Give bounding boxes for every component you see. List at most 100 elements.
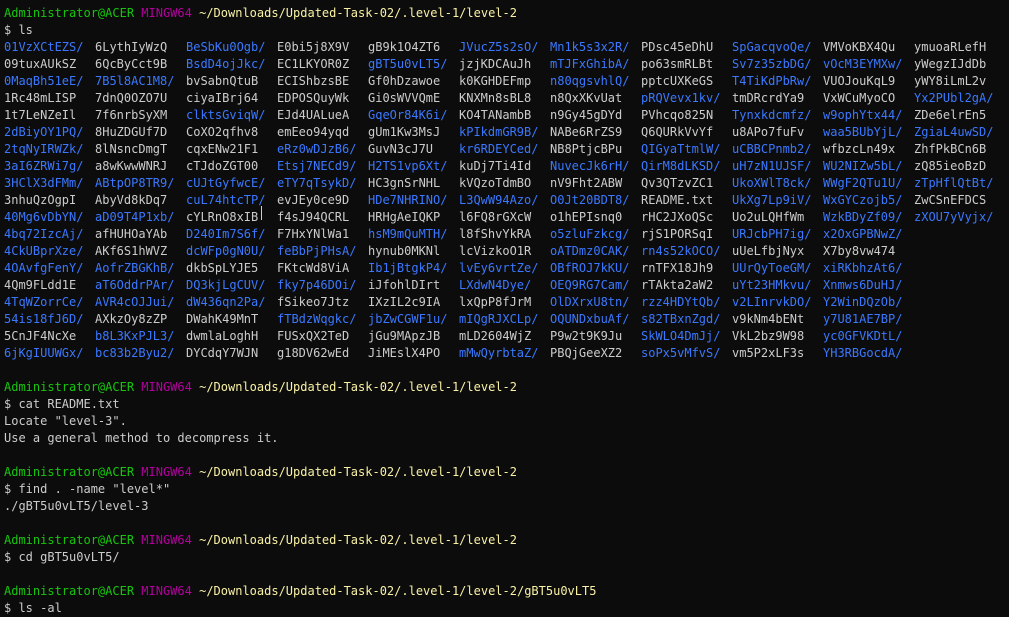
file-entry: 7f6nrbSyXM bbox=[95, 108, 168, 122]
file-entry: k0KGHDEFmp bbox=[459, 74, 532, 88]
file-entry: u8APo7fuFv bbox=[732, 125, 805, 139]
file-entry: NB8PtjcBPu bbox=[550, 142, 623, 156]
prompt-host: MINGW64 bbox=[141, 533, 192, 547]
prompt-path: ~/Downloads/Updated-Task-02/.level-1/lev… bbox=[199, 584, 597, 598]
file-entry: po63smRLBt bbox=[641, 57, 714, 71]
file-entry: kVQzoTdmBO bbox=[459, 176, 532, 190]
terminal-output[interactable]: Administrator@ACER MINGW64 ~/Downloads/U… bbox=[4, 5, 1004, 617]
directory-entry: v2LInrvkDO/ bbox=[732, 295, 812, 309]
directory-entry: WzkBDyZf09/ bbox=[823, 210, 903, 224]
file-entry: AbyVd8kDq7 bbox=[95, 193, 168, 207]
file-entry: GuvN3cJ7U bbox=[368, 142, 434, 156]
file-entry: CoXO2qfhv8 bbox=[186, 125, 259, 139]
directory-entry: Xnmws6DuHJ/ bbox=[823, 278, 903, 292]
file-entry: FKtcWd8ViA bbox=[277, 261, 350, 275]
command-line: $ find . -name "level*" bbox=[4, 482, 171, 496]
file-entry: 5CnJF4NcXe bbox=[4, 329, 77, 343]
file-entry: KO4TANambB bbox=[459, 108, 532, 122]
directory-entry: dW436qn2Pa/ bbox=[186, 295, 266, 309]
empty-cell bbox=[914, 294, 1005, 311]
file-entry: a8wKwwWNRJ bbox=[95, 159, 168, 173]
file-entry: yWegzIJdDb bbox=[914, 57, 987, 71]
prompt-host: MINGW64 bbox=[141, 465, 192, 479]
directory-entry: 4TqWZorrCe/ bbox=[4, 295, 84, 309]
prompt-line: Administrator@ACER MINGW64 ~/Downloads/U… bbox=[4, 379, 1004, 396]
prompt-user: Administrator@ACER bbox=[4, 584, 135, 598]
empty-cell bbox=[914, 328, 1005, 345]
file-entry: cTJdoZGT00 bbox=[186, 159, 259, 173]
file-entry: v9kNm4bENt bbox=[732, 312, 805, 326]
file-entry: FUSxQX2TeD bbox=[277, 329, 350, 343]
directory-entry: QirM8dLKSD/ bbox=[641, 159, 721, 173]
directory-entry: cuL74htcTP/ bbox=[186, 193, 266, 207]
directory-entry: YH3RBGocdA/ bbox=[823, 346, 903, 360]
file-entry: 09tuxAUkSZ bbox=[4, 57, 77, 71]
file-entry: VUOJouKqL9 bbox=[823, 74, 896, 88]
directory-entry: HDe7NHRINO/ bbox=[368, 193, 448, 207]
directory-entry: 4CkUBprXze/ bbox=[4, 244, 84, 258]
prompt-user: Administrator@ACER bbox=[4, 465, 135, 479]
directory-entry: clktsGviqW/ bbox=[186, 108, 266, 122]
directory-entry: hsM9mQuMTH/ bbox=[368, 227, 448, 241]
directory-entry: o5zluFzkcg/ bbox=[550, 227, 630, 241]
file-entry: pptcUXKeGS bbox=[641, 74, 714, 88]
directory-entry: fTBdzWqgkc/ bbox=[277, 312, 357, 326]
file-entry: wfbzcLn49x bbox=[823, 142, 896, 156]
file-entry: 1Rc48mLISP bbox=[4, 91, 77, 105]
directory-entry: SpGacqvoQe/ bbox=[732, 40, 812, 54]
file-entry: F7HxYNlWa1 bbox=[277, 227, 350, 241]
directory-entry: bc83b2Byu2/ bbox=[95, 346, 175, 360]
file-entry: DYCdqY7WJN bbox=[186, 346, 259, 360]
empty-cell bbox=[914, 277, 1005, 294]
prompt-line: Administrator@ACER MINGW64 ~/Downloads/U… bbox=[4, 464, 1004, 481]
directory-entry: 0MaqBh51eE/ bbox=[4, 74, 84, 88]
command-line[interactable]: $ ls -al bbox=[4, 600, 1004, 617]
directory-entry: 3HClX3dFMm/ bbox=[4, 176, 84, 190]
file-entry: Qv3QTzvZC1 bbox=[641, 176, 714, 190]
file-entry: cYLRnO8xIB bbox=[186, 210, 259, 224]
empty-cell bbox=[914, 260, 1005, 277]
directory-entry: OEQ9RG7Cam/ bbox=[550, 278, 630, 292]
file-entry: lxQpP8fJrM bbox=[459, 295, 532, 309]
directory-entry: H2TS1vp6Xt/ bbox=[368, 159, 448, 173]
terminal-window[interactable]: { "colors": { "background": "#0c0c0c", "… bbox=[0, 0, 1009, 615]
directory-entry: Yx2PUbl2gA/ bbox=[914, 91, 994, 105]
file-entry: nV9Fht2ABW bbox=[550, 176, 623, 190]
directory-entry: 4OAvfgFenY/ bbox=[4, 261, 84, 275]
file-entry: gUm1Kw3MsJ bbox=[368, 125, 441, 139]
file-entry: o1hEPIsnq0 bbox=[550, 210, 623, 224]
file-entry: g18DV62wEd bbox=[277, 346, 350, 360]
prompt-line: Administrator@ACER MINGW64 ~/Downloads/U… bbox=[4, 532, 1004, 549]
file-entry: Gf0hDzawoe bbox=[368, 74, 441, 88]
prompt-user: Administrator@ACER bbox=[4, 6, 135, 20]
directory-entry: x2OxGPBNwZ/ bbox=[823, 227, 903, 241]
directory-entry: UkXg7Lp9iV/ bbox=[732, 193, 812, 207]
directory-entry: Etsj7NECd9/ bbox=[277, 159, 357, 173]
file-entry: EC1LKYOR0Z bbox=[277, 57, 350, 71]
directory-entry: uCBBCPnmb2/ bbox=[732, 142, 812, 156]
file-entry: PBQjGeeXZ2 bbox=[550, 346, 623, 360]
file-entry: JiMEslX4PO bbox=[368, 346, 441, 360]
directory-entry: uH7zN1UJSF/ bbox=[732, 159, 812, 173]
file-entry: VkL2bz9W98 bbox=[732, 329, 805, 343]
directory-entry: 3aI6ZRWi7g/ bbox=[4, 159, 84, 173]
file-entry: Gi0sWVVQmE bbox=[368, 91, 441, 105]
directory-entry: AofrZBGKhB/ bbox=[95, 261, 175, 275]
directory-entry: kPIkdmGR9B/ bbox=[459, 125, 539, 139]
directory-entry: cUJtGyfwcE/ bbox=[186, 176, 266, 190]
directory-entry: 40Mg6vDbYN/ bbox=[4, 210, 84, 224]
directory-entry: Tynxkdcmfz/ bbox=[732, 108, 812, 122]
file-entry: ymuoaRLefH bbox=[914, 40, 987, 54]
file-entry: vm5P2xLF3s bbox=[732, 346, 805, 360]
file-entry: dkbSpLYJE5 bbox=[186, 261, 259, 275]
directory-entry: eTY7qTsykD/ bbox=[277, 176, 357, 190]
file-entry: X7by8vw474 bbox=[823, 244, 896, 258]
file-entry: ciyaIBrj64 bbox=[186, 91, 259, 105]
output-line: ./gBT5u0vLT5/level-3 bbox=[4, 499, 149, 513]
file-entry: E0bi5j8X9V bbox=[277, 40, 350, 54]
directory-entry: WU2NIZw5bL/ bbox=[823, 159, 903, 173]
directory-entry: UkoXWlT8ck/ bbox=[732, 176, 812, 190]
directory-entry: UUrQyToeGM/ bbox=[732, 261, 812, 275]
